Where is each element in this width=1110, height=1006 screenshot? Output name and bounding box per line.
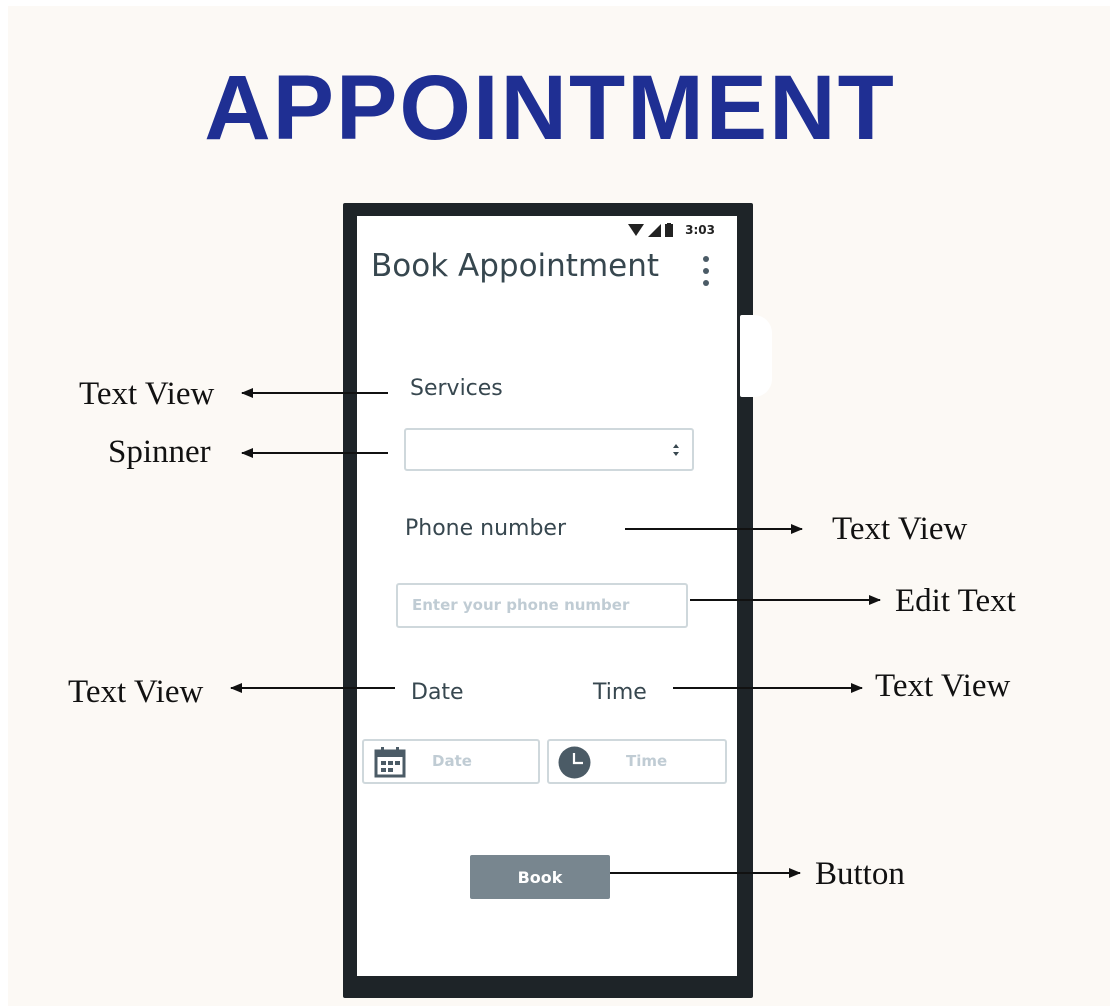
- annotation-arrows: [230, 388, 881, 878]
